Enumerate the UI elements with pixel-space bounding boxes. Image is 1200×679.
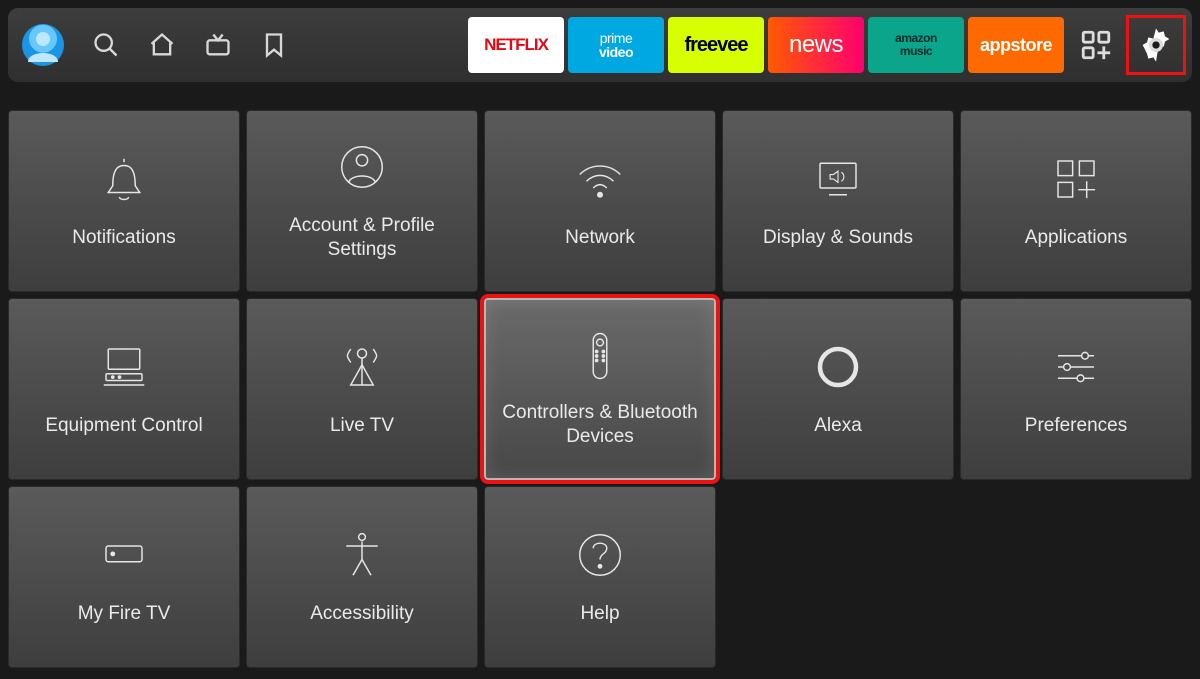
card-label: Notifications — [72, 226, 176, 250]
card-label: Alexa — [814, 414, 862, 438]
card-help[interactable]: Help — [484, 486, 716, 668]
app-music-line2: music — [900, 45, 932, 58]
app-primevideo[interactable]: prime video — [568, 17, 664, 73]
device-icon — [97, 528, 151, 582]
display-sound-icon — [811, 152, 865, 206]
app-primevideo-line2: video — [599, 45, 633, 59]
app-news[interactable]: news — [768, 17, 864, 73]
card-label: My Fire TV — [78, 602, 171, 626]
remote-icon — [573, 329, 627, 383]
card-label: Live TV — [330, 414, 394, 438]
card-label: Help — [580, 602, 619, 626]
search-icon — [92, 31, 120, 59]
alexa-icon — [811, 340, 865, 394]
top-nav-right: NETFLIX prime video freevee news amazon … — [468, 17, 1184, 73]
card-applications[interactable]: Applications — [960, 110, 1192, 292]
top-nav-bar: NETFLIX prime video freevee news amazon … — [8, 8, 1192, 82]
settings-button[interactable] — [1128, 17, 1184, 73]
card-equipment-control[interactable]: Equipment Control — [8, 298, 240, 480]
app-amazon-music[interactable]: amazon music — [868, 17, 964, 73]
card-label: Equipment Control — [45, 414, 202, 438]
home-button[interactable] — [148, 31, 176, 59]
card-network[interactable]: Network — [484, 110, 716, 292]
accessibility-icon — [335, 528, 389, 582]
app-primevideo-line1: prime — [600, 31, 633, 45]
live-button[interactable] — [204, 31, 232, 59]
card-live-tv[interactable]: Live TV — [246, 298, 478, 480]
apps-grid-button[interactable] — [1068, 17, 1124, 73]
card-alexa[interactable]: Alexa — [722, 298, 954, 480]
card-label: Display & Sounds — [763, 226, 913, 250]
bookmark-button[interactable] — [260, 31, 288, 59]
card-controllers-bluetooth[interactable]: Controllers & Bluetooth Devices — [484, 298, 716, 480]
card-my-fire-tv[interactable]: My Fire TV — [8, 486, 240, 668]
card-label: Accessibility — [310, 602, 413, 626]
card-label: Controllers & Bluetooth Devices — [496, 401, 704, 449]
wifi-icon — [573, 152, 627, 206]
profile-avatar[interactable] — [22, 24, 64, 66]
card-account-profile[interactable]: Account & Profile Settings — [246, 110, 478, 292]
card-preferences[interactable]: Preferences — [960, 298, 1192, 480]
antenna-icon — [335, 340, 389, 394]
help-icon — [573, 528, 627, 582]
card-label: Applications — [1025, 226, 1127, 250]
bell-icon — [97, 152, 151, 206]
card-label: Network — [565, 226, 635, 250]
tv-icon — [204, 31, 232, 59]
search-button[interactable] — [92, 31, 120, 59]
settings-grid: Notifications Account & Profile Settings… — [8, 110, 1192, 671]
card-display-sounds[interactable]: Display & Sounds — [722, 110, 954, 292]
home-icon — [148, 31, 176, 59]
card-label: Preferences — [1025, 414, 1127, 438]
gear-icon — [1136, 25, 1176, 65]
apps-grid-icon — [1079, 28, 1113, 62]
equipment-icon — [97, 340, 151, 394]
app-appstore[interactable]: appstore — [968, 17, 1064, 73]
profile-icon — [22, 24, 64, 66]
card-notifications[interactable]: Notifications — [8, 110, 240, 292]
app-freevee[interactable]: freevee — [668, 17, 764, 73]
bookmark-icon — [260, 31, 288, 59]
app-netflix[interactable]: NETFLIX — [468, 17, 564, 73]
sliders-icon — [1049, 340, 1103, 394]
card-label: Account & Profile Settings — [257, 214, 467, 262]
card-accessibility[interactable]: Accessibility — [246, 486, 478, 668]
apps-icon — [1049, 152, 1103, 206]
person-circle-icon — [335, 140, 389, 194]
top-nav-left — [22, 24, 288, 66]
